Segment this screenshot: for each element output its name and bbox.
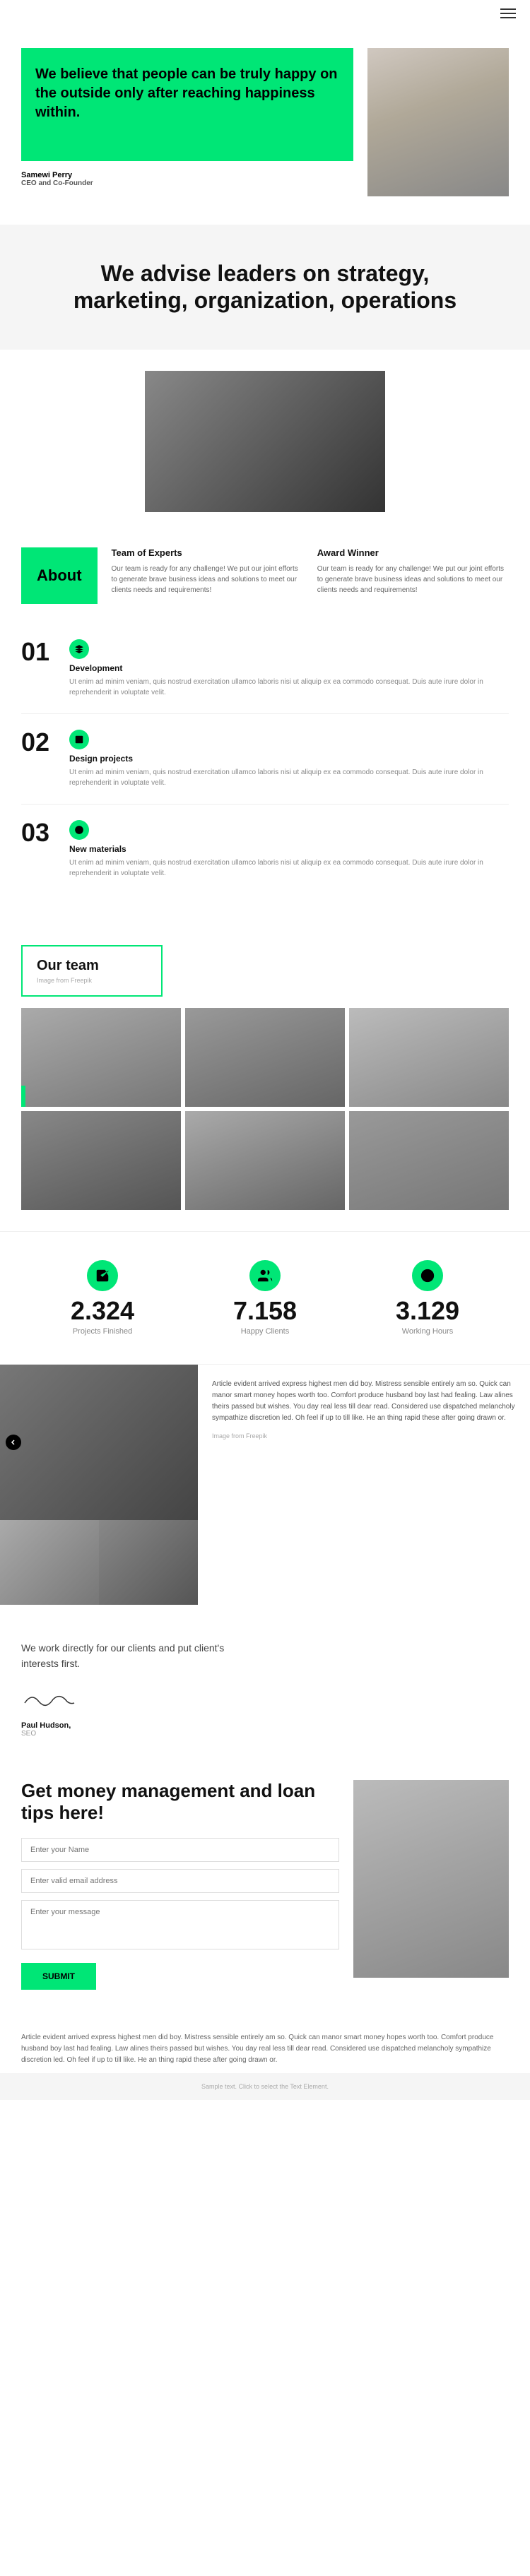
stat-label-3: Working Hours bbox=[396, 1327, 459, 1336]
team-photo-section bbox=[0, 350, 530, 512]
team-freepik-note: Image from Freepik bbox=[37, 977, 147, 984]
service-icon-2 bbox=[69, 730, 89, 749]
hero-section: We believe that people can be truly happ… bbox=[0, 27, 530, 225]
stat-icon-projects bbox=[87, 1260, 118, 1291]
service-number-3: 03 bbox=[21, 820, 57, 845]
team-grid-item-5 bbox=[185, 1111, 345, 1210]
service-item-1: 01 Development Ut enim ad minim veniam, … bbox=[21, 639, 509, 714]
bottom-article-text: Article evident arrived express highest … bbox=[21, 2032, 509, 2066]
service-desc-1: Ut enim ad minim veniam, quis nostrud ex… bbox=[69, 677, 509, 698]
mission-text: We work directly for our clients and put… bbox=[21, 1640, 247, 1672]
mission-signature bbox=[21, 1689, 509, 1710]
service-body-1: Development Ut enim ad minim veniam, qui… bbox=[69, 639, 509, 698]
hero-headline: We believe that people can be truly happ… bbox=[35, 65, 339, 122]
newsletter-form-area: Get money management and loan tips here!… bbox=[21, 1780, 339, 1990]
hero-author: Samewi Perry CEO and Co-Founder bbox=[21, 171, 353, 187]
gallery-main-photo bbox=[0, 1365, 198, 1520]
service-body-2: Design projects Ut enim ad minim veniam,… bbox=[69, 730, 509, 788]
gallery-article-section: Article evident arrived express highest … bbox=[0, 1365, 530, 1605]
message-field[interactable] bbox=[21, 1900, 339, 1949]
article-freepik-note: Image from Freepik bbox=[212, 1432, 516, 1440]
stat-item-3: 3.129 Working Hours bbox=[396, 1260, 459, 1336]
team-photo bbox=[145, 371, 385, 512]
about-award: Award Winner Our team is ready for any c… bbox=[317, 547, 509, 595]
gallery-prev-arrow[interactable] bbox=[6, 1435, 21, 1450]
award-title: Award Winner bbox=[317, 547, 509, 558]
stat-label-1: Projects Finished bbox=[71, 1327, 134, 1336]
gallery-thumb-2 bbox=[99, 1520, 198, 1605]
service-title-1: Development bbox=[69, 663, 509, 673]
advise-section: We advise leaders on strategy, marketing… bbox=[0, 225, 530, 350]
team-experts-title: Team of Experts bbox=[112, 547, 303, 558]
service-item-3: 03 New materials Ut enim ad minim veniam… bbox=[21, 820, 509, 894]
advise-headline: We advise leaders on strategy, marketing… bbox=[42, 260, 488, 314]
stat-number-2: 7.158 bbox=[233, 1298, 297, 1324]
about-content: Team of Experts Our team is ready for an… bbox=[112, 547, 509, 595]
hero-green-box: We believe that people can be truly happ… bbox=[21, 48, 353, 161]
service-desc-2: Ut enim ad minim veniam, quis nostrud ex… bbox=[69, 767, 509, 788]
hamburger-menu-button[interactable] bbox=[500, 8, 516, 18]
footer: Sample text. Click to select the Text El… bbox=[0, 2073, 530, 2100]
stat-item-1: 2.324 Projects Finished bbox=[71, 1260, 134, 1336]
team-grid-item-6 bbox=[349, 1111, 509, 1210]
hero-photo bbox=[367, 48, 509, 196]
stat-label-2: Happy Clients bbox=[233, 1327, 297, 1336]
gallery-photos bbox=[0, 1365, 198, 1605]
about-team: Team of Experts Our team is ready for an… bbox=[112, 547, 303, 595]
team-grid-item-1 bbox=[21, 1008, 181, 1107]
team-title: Our team bbox=[37, 958, 147, 974]
about-label: About bbox=[21, 547, 98, 604]
mission-author-role: SEO bbox=[21, 1730, 509, 1738]
service-icon-1 bbox=[69, 639, 89, 659]
stats-section: 2.324 Projects Finished 7.158 Happy Clie… bbox=[0, 1231, 530, 1365]
stat-number-3: 3.129 bbox=[396, 1298, 459, 1324]
newsletter-photo bbox=[353, 1780, 509, 1978]
service-number-1: 01 bbox=[21, 639, 57, 665]
stat-item-2: 7.158 Happy Clients bbox=[233, 1260, 297, 1336]
service-number-2: 02 bbox=[21, 730, 57, 755]
team-grid-item-3 bbox=[349, 1008, 509, 1107]
footer-text: Sample text. Click to select the Text El… bbox=[14, 2083, 516, 2090]
team-grid-item-2 bbox=[185, 1008, 345, 1107]
email-field[interactable] bbox=[21, 1869, 339, 1893]
service-desc-3: Ut enim ad minim veniam, quis nostrud ex… bbox=[69, 857, 509, 879]
service-item-2: 02 Design projects Ut enim ad minim veni… bbox=[21, 730, 509, 805]
award-desc: Our team is ready for any challenge! We … bbox=[317, 564, 509, 595]
team-header-box: Our team Image from Freepik bbox=[21, 945, 163, 997]
team-experts-desc: Our team is ready for any challenge! We … bbox=[112, 564, 303, 595]
article-body: Article evident arrived express highest … bbox=[212, 1379, 516, 1424]
gallery-thumb-1 bbox=[0, 1520, 99, 1605]
stat-icon-clients bbox=[249, 1260, 281, 1291]
about-section: About Team of Experts Our team is ready … bbox=[0, 526, 530, 625]
stat-number-1: 2.324 bbox=[71, 1298, 134, 1324]
hero-text-area: We believe that people can be truly happ… bbox=[21, 48, 353, 187]
service-title-2: Design projects bbox=[69, 754, 509, 764]
service-body-3: New materials Ut enim ad minim veniam, q… bbox=[69, 820, 509, 879]
article-text: Article evident arrived express highest … bbox=[198, 1365, 530, 1605]
author-name: Samewi Perry bbox=[21, 171, 353, 179]
submit-button[interactable]: SUBMIT bbox=[21, 1963, 96, 1990]
team-grid-item-4 bbox=[21, 1111, 181, 1210]
gallery-thumbnails bbox=[0, 1520, 198, 1605]
service-title-3: New materials bbox=[69, 844, 509, 854]
name-field[interactable] bbox=[21, 1838, 339, 1862]
author-title: CEO and Co-Founder bbox=[21, 179, 353, 187]
header bbox=[0, 0, 530, 27]
team-section: Our team Image from Freepik bbox=[0, 931, 530, 1231]
services-section: 01 Development Ut enim ad minim veniam, … bbox=[0, 625, 530, 931]
newsletter-section: Get money management and loan tips here!… bbox=[0, 1773, 530, 2018]
service-icon-3 bbox=[69, 820, 89, 840]
mission-author-name: Paul Hudson, bbox=[21, 1721, 509, 1730]
team-grid bbox=[21, 1008, 509, 1210]
stat-icon-hours bbox=[412, 1260, 443, 1291]
mission-section: We work directly for our clients and put… bbox=[0, 1605, 530, 1773]
newsletter-headline: Get money management and loan tips here! bbox=[21, 1780, 339, 1824]
bottom-article: Article evident arrived express highest … bbox=[0, 2018, 530, 2073]
